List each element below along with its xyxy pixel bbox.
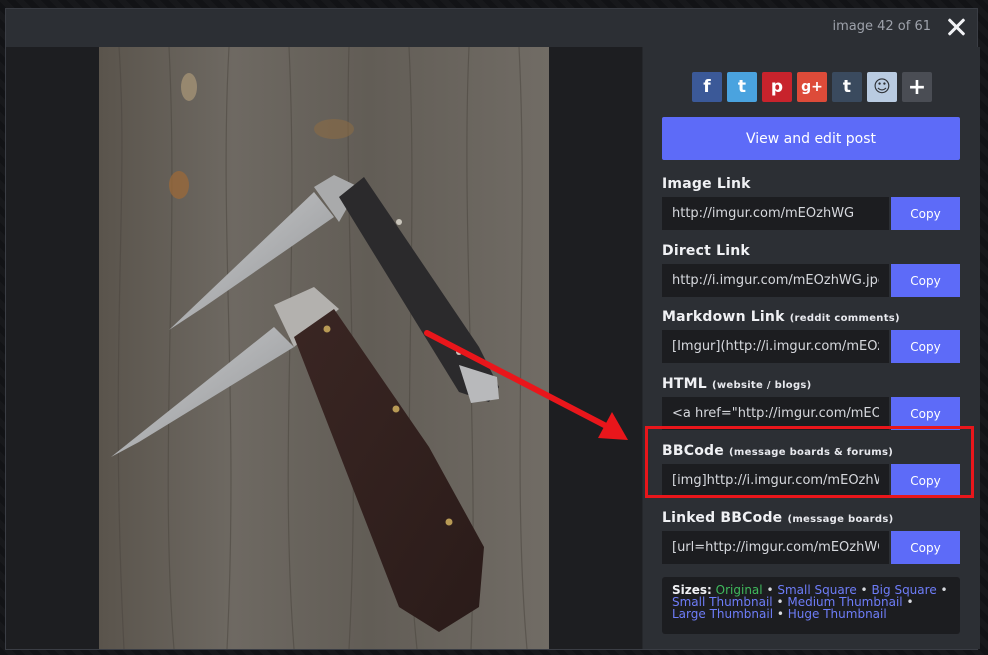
annotation-arrow	[424, 330, 628, 440]
